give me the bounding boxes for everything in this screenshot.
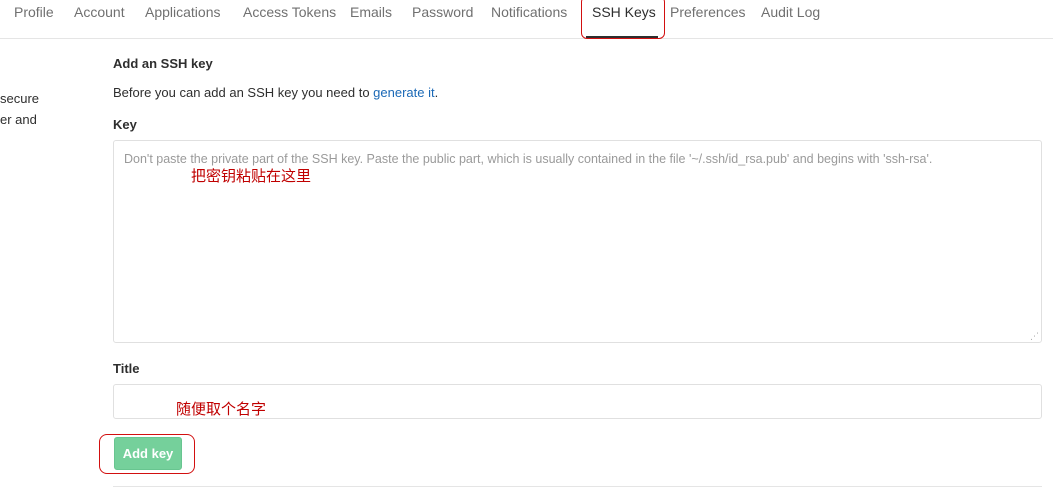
key-label: Key [113, 117, 137, 132]
title-label: Title [113, 361, 140, 376]
annotation-title-note: 随便取个名字 [176, 400, 267, 418]
section-description: secure er and [0, 88, 60, 130]
nav-tab-preferences[interactable]: Preferences [670, 0, 745, 39]
nav-tab-emails[interactable]: Emails [350, 0, 392, 39]
nav-tab-audit-log[interactable]: Audit Log [761, 0, 820, 39]
generate-it-link[interactable]: generate it [373, 85, 434, 100]
form-bottom-divider [113, 486, 1042, 487]
description-line-1: secure [0, 91, 40, 106]
annotation-key-note: 把密钥粘贴在这里 [191, 167, 312, 185]
nav-tab-notifications[interactable]: Notifications [491, 0, 567, 39]
nav-tab-applications[interactable]: Applications [145, 0, 221, 39]
nav-tab-ssh-keys[interactable]: SSH Keys [592, 0, 656, 39]
active-tab-indicator [586, 36, 658, 38]
help-text: Before you can add an SSH key you need t… [113, 85, 438, 100]
help-text-prefix: Before you can add an SSH key you need t… [113, 85, 374, 100]
ssh-keys-settings-page: Profile Account Applications Access Toke… [0, 0, 1053, 489]
form-heading: Add an SSH key [113, 56, 213, 71]
nav-tab-access-tokens[interactable]: Access Tokens [243, 0, 336, 39]
nav-tab-password[interactable]: Password [412, 0, 473, 39]
add-key-button[interactable]: Add key [114, 437, 182, 470]
nav-tab-profile[interactable]: Profile [14, 0, 54, 39]
help-text-suffix: . [434, 85, 439, 100]
resize-grip-icon[interactable]: ⋰ [1030, 331, 1040, 341]
nav-tab-account[interactable]: Account [74, 0, 125, 39]
description-line-2: er and [0, 112, 37, 127]
settings-nav: Profile Account Applications Access Toke… [0, 0, 1053, 39]
